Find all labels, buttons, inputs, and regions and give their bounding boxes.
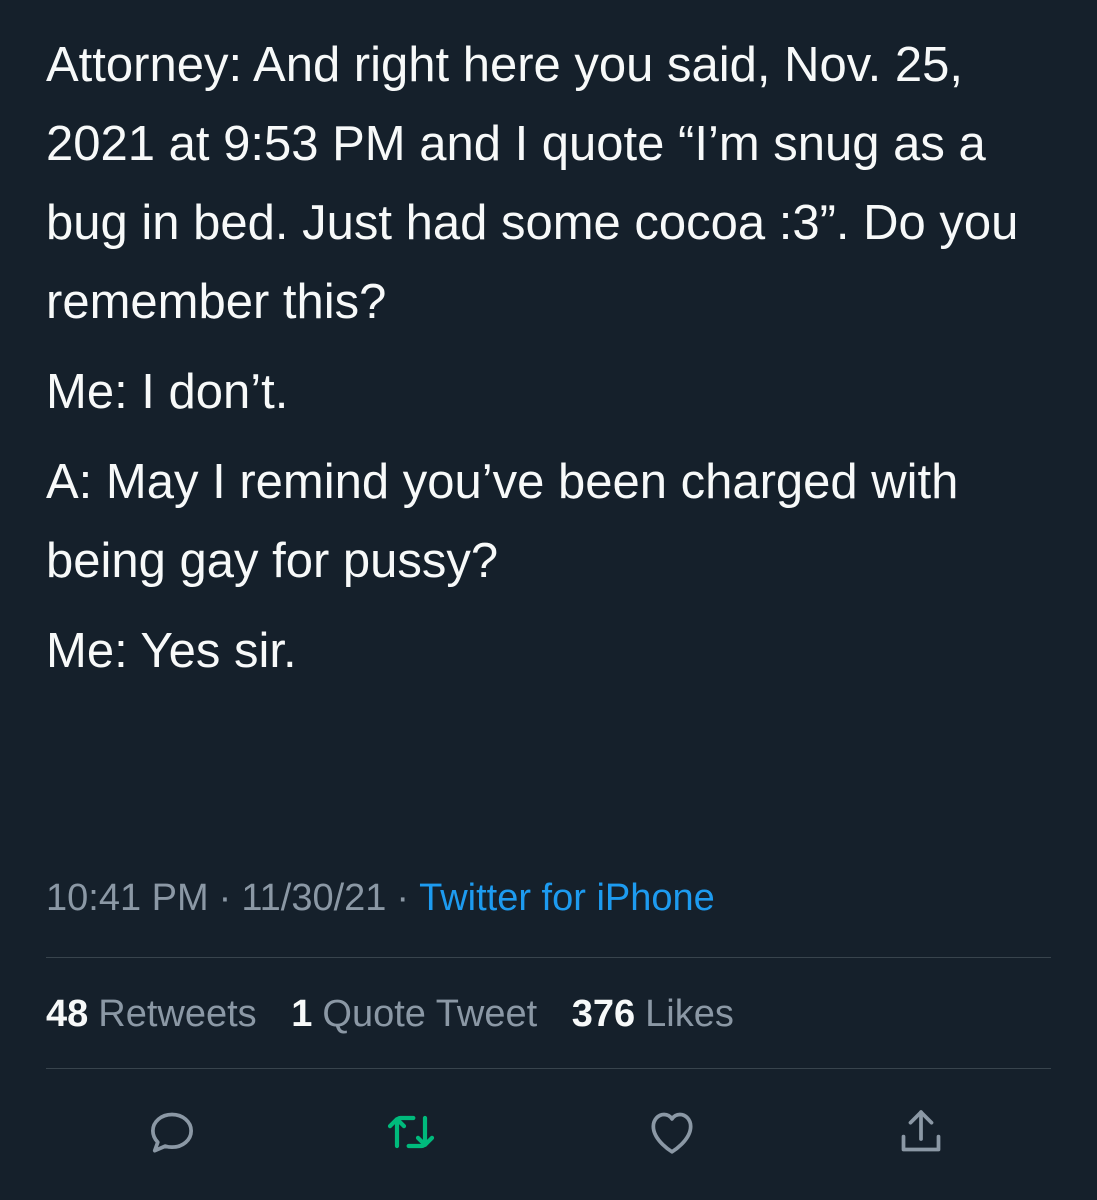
retweet-button[interactable] xyxy=(379,1100,443,1164)
retweets-count: 48 xyxy=(46,993,89,1035)
tweet-paragraph: Me: Yes sir. xyxy=(46,624,297,678)
meta-separator: · xyxy=(396,877,410,919)
tweet-text: Attorney: And right here you said, Nov. … xyxy=(46,26,1056,702)
tweet-paragraph: A: May I remind you’ve been charged with… xyxy=(46,455,959,588)
tweet-paragraph: Me: I don’t. xyxy=(46,365,289,419)
tweet-stats: 48 Retweets 1 Quote Tweet 376 Likes xyxy=(46,988,758,1040)
retweets-stat[interactable]: 48 Retweets xyxy=(46,993,257,1035)
tweet-actions xyxy=(0,1100,1097,1164)
like-button[interactable] xyxy=(640,1100,704,1164)
meta-separator: · xyxy=(218,877,232,919)
quote-tweets-count: 1 xyxy=(291,993,313,1035)
retweets-label: Retweets xyxy=(98,993,257,1035)
tweet-paragraph: Attorney: And right here you said, Nov. … xyxy=(46,38,1019,329)
reply-icon xyxy=(151,1112,193,1153)
likes-label: Likes xyxy=(645,993,734,1035)
share-button[interactable] xyxy=(889,1100,953,1164)
quote-tweets-label: Quote Tweet xyxy=(322,993,538,1035)
retweet-icon xyxy=(387,1115,435,1149)
tweet-time[interactable]: 10:41 PM xyxy=(46,877,209,919)
quote-tweets-stat[interactable]: 1 Quote Tweet xyxy=(291,993,537,1035)
share-icon xyxy=(901,1110,941,1152)
divider xyxy=(46,957,1051,958)
tweet-date[interactable]: 11/30/21 xyxy=(241,877,386,919)
reply-button[interactable] xyxy=(140,1100,204,1164)
tweet-meta: 10:41 PM · 11/30/21 · Twitter for iPhone xyxy=(46,872,715,924)
likes-count: 376 xyxy=(571,993,636,1035)
heart-icon xyxy=(651,1112,693,1154)
likes-stat[interactable]: 376 Likes xyxy=(572,993,734,1035)
divider xyxy=(46,1068,1051,1069)
tweet-source-link[interactable]: Twitter for iPhone xyxy=(419,877,715,919)
